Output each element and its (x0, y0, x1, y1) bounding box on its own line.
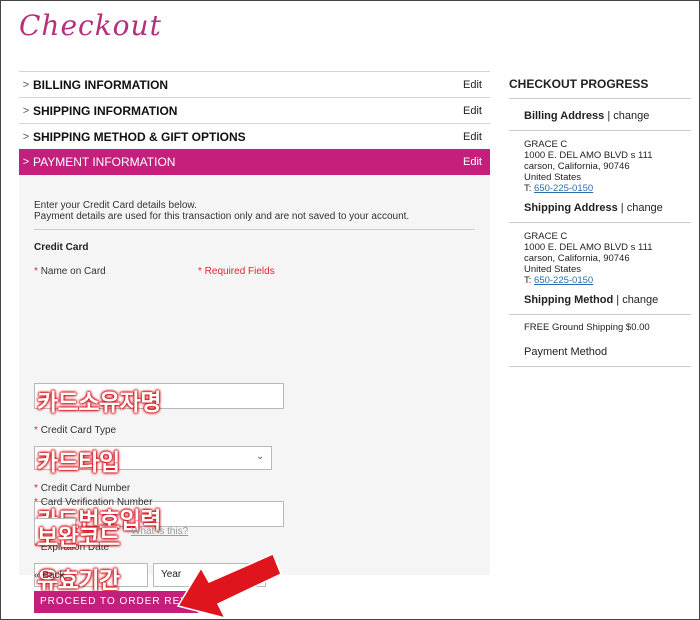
change-link[interactable]: change (627, 202, 663, 214)
addr-country: United States (524, 172, 582, 183)
payment-method-head: Payment Method (509, 340, 691, 367)
checkout-steps: > BILLING INFORMATION Edit > SHIPPING IN… (19, 71, 490, 613)
payment-intro: Enter your Credit Card details below. Pa… (34, 200, 475, 222)
page-title: Checkout (19, 9, 162, 42)
step-shipping-method[interactable]: > SHIPPING METHOD & GIFT OPTIONS Edit (19, 123, 490, 149)
billing-address: GRACE C 1000 E. DEL AMO BLVD s 111 carso… (509, 130, 691, 194)
addr-line: 1000 E. DEL AMO BLVD s 111 (524, 242, 653, 253)
phone-prefix: T: (524, 183, 532, 194)
head-label: Shipping Method (524, 294, 614, 306)
shipping-address: GRACE C 1000 E. DEL AMO BLVD s 111 carso… (509, 222, 691, 286)
card-type-annotation: 카드타입 (37, 450, 120, 476)
addr-phone: T: 650-225-0150 (524, 183, 691, 194)
card-number-label: * Credit Card Number (34, 483, 130, 494)
progress-title: CHECKOUT PROGRESS (509, 71, 691, 99)
edit-link[interactable]: Edit (463, 105, 490, 117)
divider (34, 229, 475, 230)
step-label: PAYMENT INFORMATION (33, 155, 176, 169)
shipping-method-head: Shipping Method | change (524, 294, 659, 306)
edit-link[interactable]: Edit (463, 79, 490, 91)
back-link[interactable]: « Back (34, 570, 65, 581)
card-type-label: * Credit Card Type (34, 425, 116, 436)
addr-line: carson, California, 90746 (524, 161, 630, 172)
chevron-right-icon: > (22, 104, 30, 117)
addr-phone: T: 650-225-0150 (524, 275, 691, 286)
red-arrow-annotation (176, 553, 282, 620)
billing-address-head: Billing Address | change (524, 110, 650, 122)
addr-name: GRACE C (524, 231, 568, 242)
what-is-this-link[interactable]: What is this? (131, 526, 188, 537)
shipping-method-value: FREE Ground Shipping $0.00 (509, 314, 691, 340)
label-text: Card Verification Number (40, 497, 153, 508)
label-text: Name on Card (40, 266, 106, 277)
intro-line: Payment details are used for this transa… (34, 211, 410, 222)
chevron-down-icon: ⌄ (256, 451, 265, 462)
payment-panel: Enter your Credit Card details below. Pa… (19, 175, 490, 594)
required-star: * (34, 497, 38, 508)
step-label: SHIPPING METHOD & GIFT OPTIONS (33, 129, 246, 144)
required-star: * (34, 483, 38, 494)
cvn-annotation: 보완코드 (37, 525, 120, 551)
edit-link[interactable]: Edit (463, 156, 490, 168)
change-link[interactable]: change (613, 110, 649, 122)
shipping-address-head: Shipping Address | change (524, 202, 663, 214)
head-label: Shipping Address (524, 202, 618, 214)
chevron-right-icon: > (22, 156, 30, 168)
change-link[interactable]: change (622, 294, 658, 306)
cvn-label: * Card Verification Number (34, 497, 152, 508)
step-label: BILLING INFORMATION (33, 77, 169, 92)
step-billing-information[interactable]: > BILLING INFORMATION Edit (19, 71, 490, 97)
required-fields-note: * Required Fields (198, 266, 275, 277)
addr-name: GRACE C (524, 139, 568, 150)
addr-line: carson, California, 90746 (524, 253, 630, 264)
head-label: Billing Address (524, 110, 605, 122)
step-label: SHIPPING INFORMATION (33, 103, 178, 118)
phone-link[interactable]: 650-225-0150 (534, 183, 593, 194)
label-text: Credit Card Type (40, 425, 117, 436)
required-star: * (34, 425, 38, 436)
edit-link[interactable]: Edit (463, 131, 490, 143)
required-star: * (34, 266, 38, 277)
addr-line: 1000 E. DEL AMO BLVD s 111 (524, 150, 653, 161)
chevron-right-icon: > (22, 130, 30, 143)
addr-country: United States (524, 264, 582, 275)
step-payment-information[interactable]: > PAYMENT INFORMATION Edit (19, 149, 490, 175)
label-text: Credit Card Number (40, 483, 131, 494)
chevron-right-icon: > (22, 78, 30, 91)
intro-line: Enter your Credit Card details below. (34, 200, 197, 211)
name-on-card-label: * Name on Card (34, 266, 106, 277)
name-on-card-annotation: 카드소유자명 (37, 390, 161, 416)
credit-card-heading: Credit Card (34, 242, 89, 253)
phone-link[interactable]: 650-225-0150 (534, 275, 593, 286)
checkout-progress: CHECKOUT PROGRESS Billing Address | chan… (509, 71, 691, 367)
phone-prefix: T: (524, 275, 532, 286)
step-shipping-information[interactable]: > SHIPPING INFORMATION Edit (19, 97, 490, 123)
